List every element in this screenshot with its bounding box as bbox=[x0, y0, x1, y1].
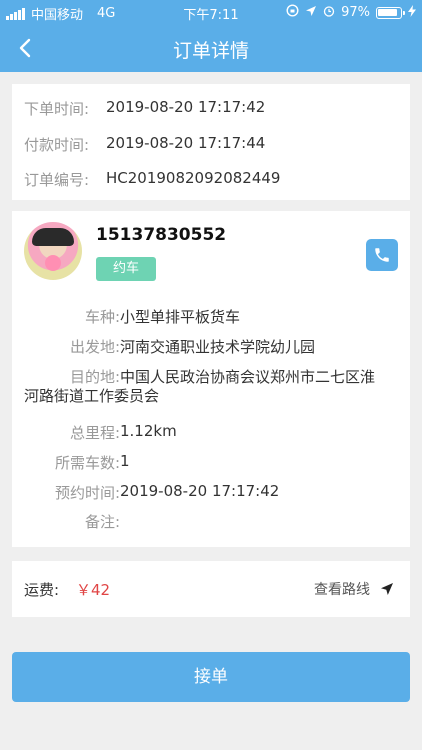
pay-time-label: 付款时间: bbox=[24, 136, 90, 154]
remark-label: 备注: bbox=[84, 513, 120, 531]
order-number-label: 订单编号: bbox=[24, 171, 90, 189]
destination-value-line1: 中国人民政治协商会议郑州市二七区淮 bbox=[120, 368, 376, 386]
location-icon bbox=[305, 5, 317, 21]
origin-value: 河南交通职业技术学院幼儿园 bbox=[120, 338, 316, 356]
appointment-label: 预约时间: bbox=[54, 484, 120, 502]
page-title: 订单详情 bbox=[172, 40, 249, 62]
customer-phone: 15137830552 bbox=[96, 225, 227, 245]
navigation-arrow-icon bbox=[381, 583, 393, 595]
charging-icon bbox=[408, 4, 416, 21]
order-type-badge: 约车 bbox=[96, 257, 156, 281]
status-bar: 中国移动 4G 下午7:11 97% bbox=[0, 0, 422, 24]
vehicle-label: 车种: bbox=[84, 308, 120, 326]
fee-value: ￥42 bbox=[76, 581, 111, 599]
view-route-link[interactable]: 查看路线 bbox=[314, 579, 394, 599]
call-button[interactable] bbox=[366, 239, 398, 271]
pay-time-row: 付款时间: 2019-08-20 17:17:44 bbox=[24, 134, 265, 155]
order-times-card: 下单时间: 2019-08-20 17:17:42 付款时间: 2019-08-… bbox=[12, 84, 410, 200]
order-time-label: 下单时间: bbox=[24, 100, 90, 118]
nav-bar: 订单详情 bbox=[0, 24, 422, 72]
appointment-value: 2019-08-20 17:17:42 bbox=[120, 482, 280, 500]
car-count-label: 所需车数: bbox=[54, 454, 120, 472]
fee-card: 运费: ￥42 查看路线 bbox=[12, 561, 410, 617]
destination-value-line2: 河路街道工作委员会 bbox=[24, 387, 160, 405]
fee-label: 运费: bbox=[24, 581, 60, 599]
order-time-value: 2019-08-20 17:17:42 bbox=[106, 98, 266, 116]
avatar bbox=[24, 222, 82, 280]
car-count-value: 1 bbox=[120, 452, 130, 470]
status-right: 97% bbox=[286, 4, 416, 21]
rotation-lock-icon bbox=[286, 4, 299, 21]
alarm-icon bbox=[323, 5, 335, 21]
order-time-row: 下单时间: 2019-08-20 17:17:42 bbox=[24, 98, 265, 119]
phone-icon bbox=[375, 248, 389, 262]
distance-value: 1.12km bbox=[120, 422, 177, 440]
battery-icon bbox=[376, 6, 405, 19]
order-detail-card: 15137830552 约车 车种: 小型单排平板货车 出发地: 河南交通职业技… bbox=[12, 211, 410, 547]
origin-label: 出发地: bbox=[69, 338, 120, 356]
vehicle-value: 小型单排平板货车 bbox=[120, 308, 241, 326]
view-route-label: 查看路线 bbox=[314, 582, 370, 598]
order-number-value: HC2019082092082449 bbox=[106, 169, 281, 187]
distance-label: 总里程: bbox=[69, 424, 120, 442]
order-number-row: 订单编号: HC2019082092082449 bbox=[24, 169, 280, 190]
accept-order-button[interactable]: 接单 bbox=[12, 652, 410, 702]
battery-percent: 97% bbox=[341, 5, 370, 20]
destination-label: 目的地: bbox=[69, 368, 120, 386]
pay-time-value: 2019-08-20 17:17:44 bbox=[106, 134, 266, 152]
